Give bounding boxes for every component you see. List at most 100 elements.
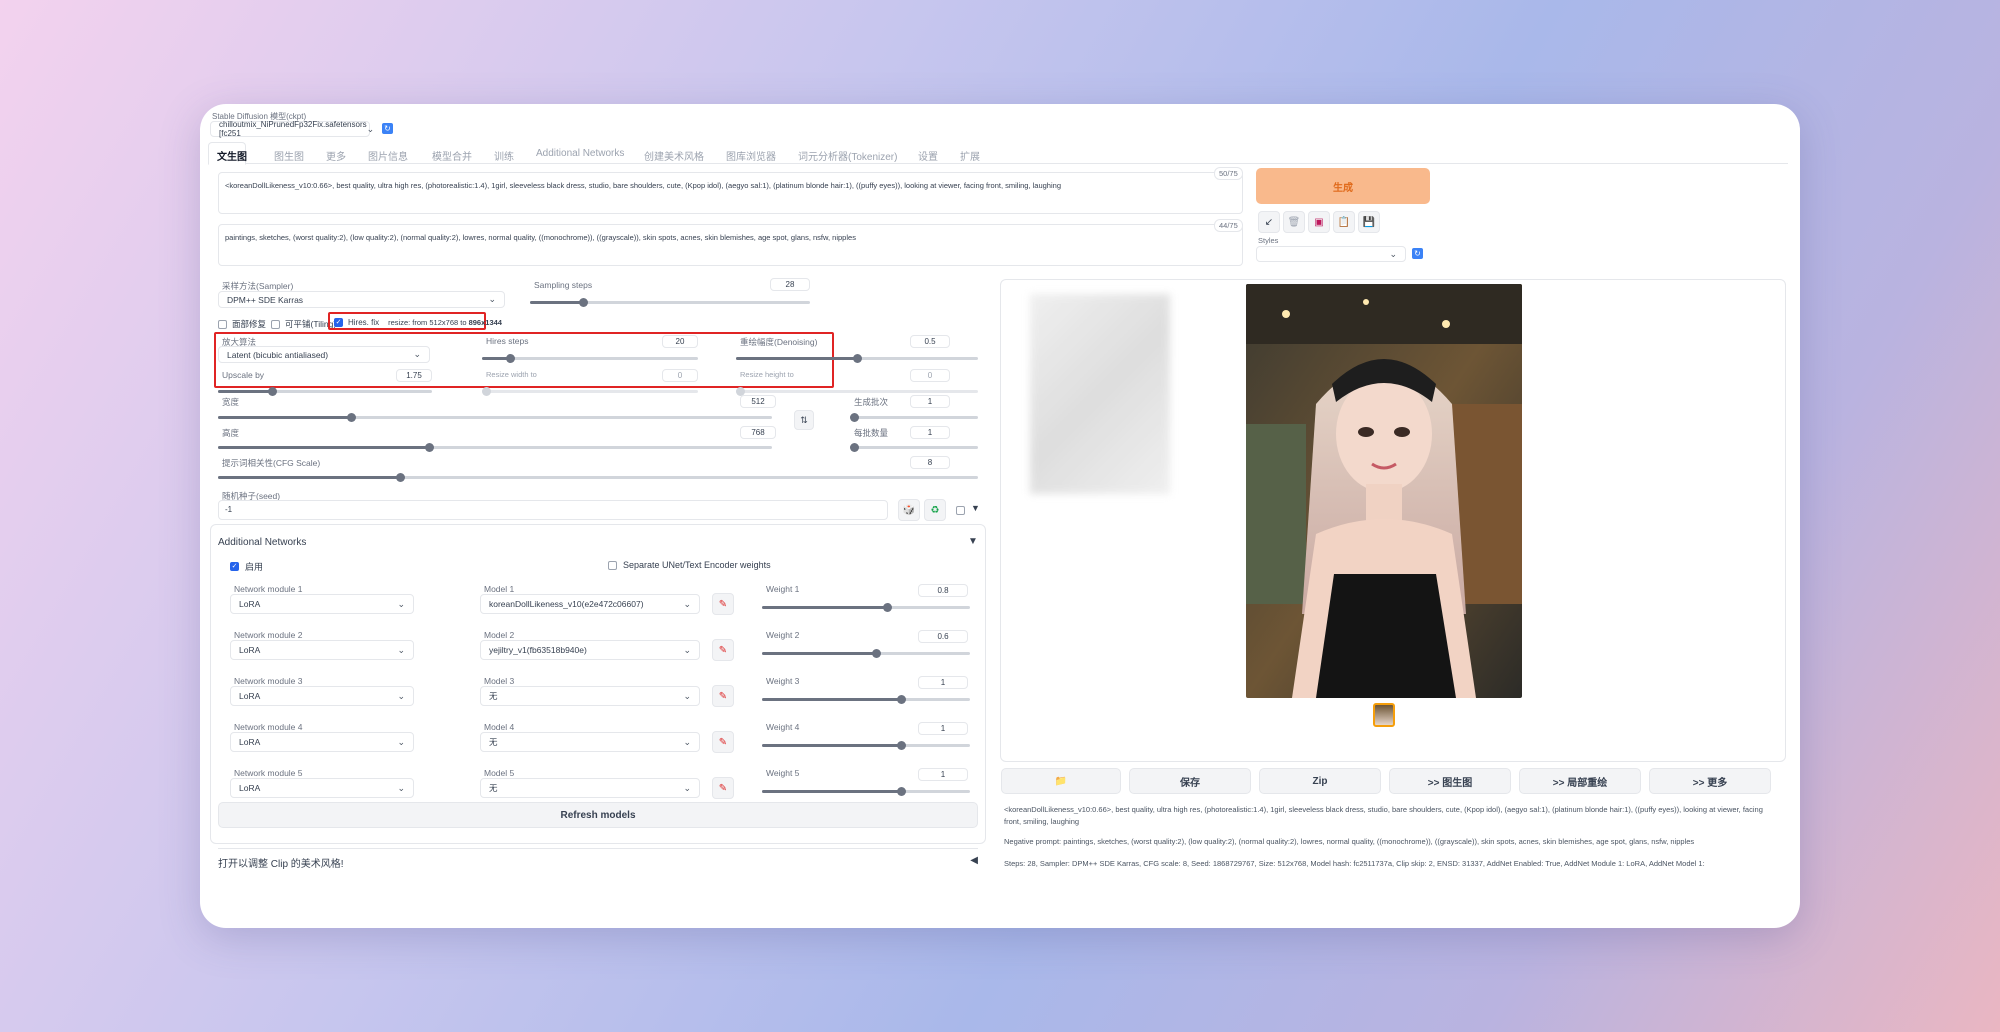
network-model-select[interactable]: 无 ⌄ [480,686,700,706]
tab-aesthetic[interactable]: 创建美术风格 [644,148,704,163]
zip-button[interactable]: Zip [1259,768,1381,794]
steps-slider[interactable] [530,298,810,307]
send-to-extras-button[interactable]: >> 更多 [1649,768,1771,794]
hires-fix-checkbox[interactable]: ✓ Hires. fix resize: from 512x768 to 896… [334,318,502,327]
upscale-by-input[interactable]: 1.75 [396,369,432,382]
save-style-icon[interactable]: 💾 [1358,211,1380,233]
negative-textarea[interactable]: paintings, sketches, (worst quality:2), … [218,224,1243,266]
tiling-check[interactable] [271,319,280,329]
tab-extras[interactable]: 更多 [326,148,346,163]
edit-model-icon[interactable]: ✎ [712,639,734,661]
resize-width-slider[interactable] [482,387,698,396]
prompt-textarea[interactable]: <koreanDollLikeness_v10:0.66>, best qual… [218,172,1243,214]
swap-dimensions-icon[interactable]: ⇅ [794,410,814,430]
batch-count-slider[interactable] [850,413,978,422]
tab-gallery[interactable]: 图库浏览器 [726,148,776,163]
save-button[interactable]: 保存 [1129,768,1251,794]
refresh-styles-icon[interactable]: ↻ [1412,248,1423,259]
styles-select[interactable]: ⌄ [1256,246,1406,262]
network-weight-slider[interactable] [762,695,970,704]
dice-icon[interactable]: 🎲 [898,499,920,521]
refresh-models-button[interactable]: Refresh models [218,802,978,828]
cfg-input[interactable]: 8 [910,456,950,469]
cfg-slider[interactable] [218,473,978,482]
batch-size-slider[interactable] [850,443,978,452]
steps-input[interactable]: 28 [770,278,810,291]
clipboard-icon[interactable]: 📋 [1333,211,1355,233]
denoise-slider[interactable] [736,354,978,363]
recycle-icon[interactable]: ♻ [924,499,946,521]
network-weight-input[interactable]: 1 [918,676,968,689]
tab-merge[interactable]: 模型合并 [432,148,472,163]
sampler-select[interactable]: DPM++ SDE Karras ⌄ [218,291,505,308]
edit-model-icon[interactable]: ✎ [712,731,734,753]
network-model-select[interactable]: 无 ⌄ [480,732,700,752]
network-module-select[interactable]: LoRA ⌄ [230,778,414,798]
tab-settings[interactable]: 设置 [918,148,938,163]
network-module-select[interactable]: LoRA ⌄ [230,594,414,614]
resize-width-input[interactable]: 0 [662,369,698,382]
network-model-select[interactable]: 无 ⌄ [480,778,700,798]
hires-steps-knob[interactable] [506,354,516,363]
seed-input[interactable]: -1 [218,500,888,520]
batch-size-knob[interactable] [850,443,859,452]
upscaler-select[interactable]: Latent (bicubic antialiased) ⌄ [218,346,430,363]
denoise-knob[interactable] [853,354,862,363]
hires-steps-input[interactable]: 20 [662,335,698,348]
network-model-select[interactable]: yejiltry_v1(fb63518b940e) ⌄ [480,640,700,660]
restore-faces-check[interactable] [218,319,227,329]
tab-tokenizer[interactable]: 词元分析器(Tokenizer) [798,148,897,163]
model-select[interactable]: chilloutmix_NiPrunedFp32Fix.safetensors … [210,120,374,138]
tab-additional-networks[interactable]: Additional Networks [536,148,624,159]
network-model-select[interactable]: koreanDollLikeness_v10(e2e472c06607) ⌄ [480,594,700,614]
resize-width-knob[interactable] [482,387,491,396]
hires-steps-slider[interactable] [482,354,698,363]
addnet-enable-check[interactable]: ✓ [230,562,239,571]
addnet-enable-checkbox[interactable]: ✓ 启用 [230,560,263,573]
paste-icon[interactable]: ↙ [1258,211,1280,233]
tab-txt2img[interactable]: 文生图 [217,148,247,163]
edit-model-icon[interactable]: ✎ [712,777,734,799]
tab-train[interactable]: 训练 [494,148,514,163]
network-weight-slider[interactable] [762,649,970,658]
height-slider[interactable] [218,443,772,452]
batch-count-input[interactable]: 1 [910,395,950,408]
trash-icon[interactable]: 🗑 [1283,211,1305,233]
upscale-by-knob[interactable] [267,387,277,396]
send-to-inpaint-button[interactable]: >> 局部重绘 [1519,768,1641,794]
network-module-select[interactable]: LoRA ⌄ [230,686,414,706]
width-slider[interactable] [218,413,772,422]
restore-faces-checkbox[interactable]: 面部修复 [218,318,266,330]
resize-height-input[interactable]: 0 [910,369,950,382]
separate-weights-checkbox[interactable]: Separate UNet/Text Encoder weights [608,560,771,570]
network-weight-knob[interactable] [882,603,892,612]
extra-networks-icon[interactable]: ▣ [1308,211,1330,233]
upscale-by-slider[interactable] [218,387,432,396]
network-weight-input[interactable]: 0.6 [918,630,968,643]
network-weight-slider[interactable] [762,603,970,612]
resize-height-slider[interactable] [736,387,978,396]
edit-model-icon[interactable]: ✎ [712,685,734,707]
batch-count-knob[interactable] [850,413,859,422]
batch-size-input[interactable]: 1 [910,426,950,439]
tab-png-info[interactable]: 图片信息 [368,148,408,163]
network-weight-slider[interactable] [762,787,970,796]
tab-extensions[interactable]: 扩展 [960,148,980,163]
width-knob[interactable] [346,413,356,422]
send-to-img2img-button[interactable]: >> 图生图 [1389,768,1511,794]
extra-seed-checkbox[interactable] [956,506,965,515]
tab-img2img[interactable]: 图生图 [274,148,304,163]
generate-button[interactable]: 生成 [1256,168,1430,204]
triangle-down-icon[interactable]: ▼ [971,503,980,513]
edit-model-icon[interactable]: ✎ [712,593,734,615]
network-weight-slider[interactable] [762,741,970,750]
height-input[interactable]: 768 [740,426,776,439]
hires-check[interactable]: ✓ [334,318,343,327]
width-input[interactable]: 512 [740,395,776,408]
refresh-icon[interactable]: ↻ [382,123,393,134]
cfg-knob[interactable] [396,473,406,482]
network-weight-input[interactable]: 1 [918,768,968,781]
gallery-thumbnail[interactable] [1373,703,1395,727]
open-folder-icon[interactable]: 📁 [1001,768,1121,794]
network-module-select[interactable]: LoRA ⌄ [230,640,414,660]
